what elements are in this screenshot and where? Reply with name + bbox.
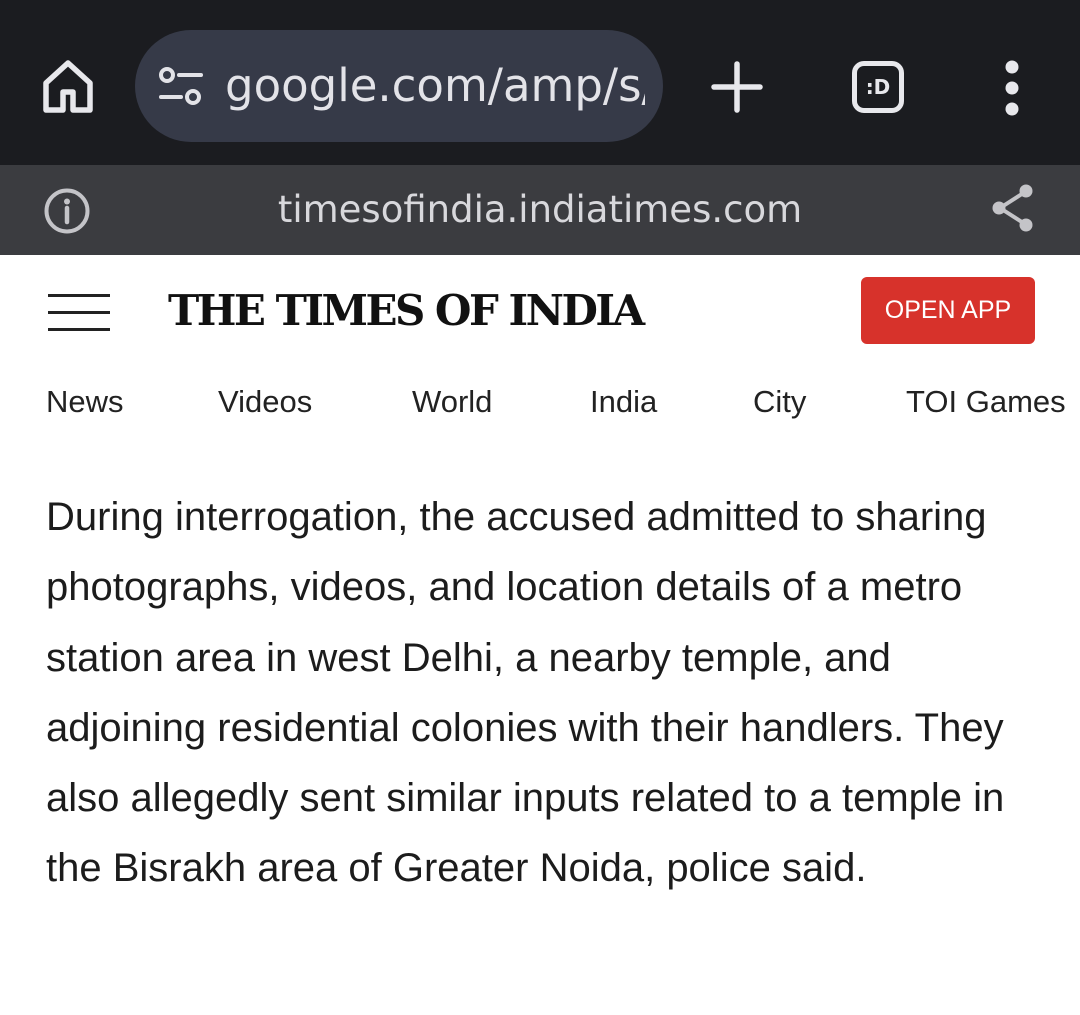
- site-domain: timesofindia.indiatimes.com: [277, 188, 803, 231]
- nav-item-india[interactable]: India: [590, 380, 657, 424]
- nav-item-world[interactable]: World: [412, 380, 492, 424]
- more-vert-icon[interactable]: [994, 60, 1030, 116]
- article-paragraph: During interrogation, the accused admitt…: [46, 495, 1005, 891]
- share-icon[interactable]: [988, 182, 1038, 234]
- address-bar[interactable]: google.com/amp/s/ti: [135, 30, 663, 142]
- nav-item-toi-games[interactable]: TOI Games: [906, 380, 1066, 424]
- nav-item-videos[interactable]: Videos: [218, 380, 312, 424]
- browser-toolbar: google.com/amp/s/ti :D: [0, 0, 1080, 165]
- home-icon[interactable]: [40, 56, 96, 116]
- open-app-button[interactable]: OPEN APP: [861, 277, 1035, 344]
- hamburger-menu-icon[interactable]: [48, 292, 110, 334]
- tab-switcher-icon[interactable]: :D: [852, 61, 904, 113]
- custom-tab-infobar: timesofindia.indiatimes.com: [0, 165, 1080, 255]
- nav-item-news[interactable]: News: [46, 380, 124, 424]
- site-logo[interactable]: THE TIMES OF INDIA: [168, 282, 645, 340]
- plus-icon[interactable]: [708, 58, 766, 116]
- url-text[interactable]: google.com/amp/s/ti: [225, 56, 645, 116]
- nav-item-city[interactable]: City: [753, 380, 806, 424]
- tune-icon[interactable]: [157, 64, 205, 108]
